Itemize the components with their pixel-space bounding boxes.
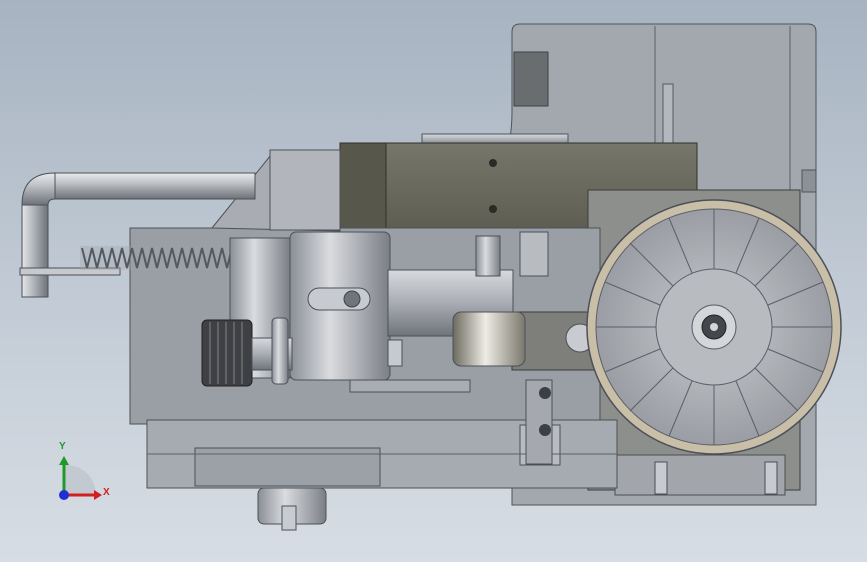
cad-viewport[interactable]: X Y <box>0 0 867 562</box>
handwheel[interactable] <box>586 199 842 455</box>
bottom-boss[interactable] <box>257 487 327 531</box>
assembly-model[interactable] <box>0 0 867 562</box>
knurled-knob[interactable] <box>201 317 293 387</box>
y-axis-label: Y <box>59 441 66 452</box>
z-axis-dot <box>59 490 69 500</box>
x-axis-label: X <box>103 487 110 498</box>
